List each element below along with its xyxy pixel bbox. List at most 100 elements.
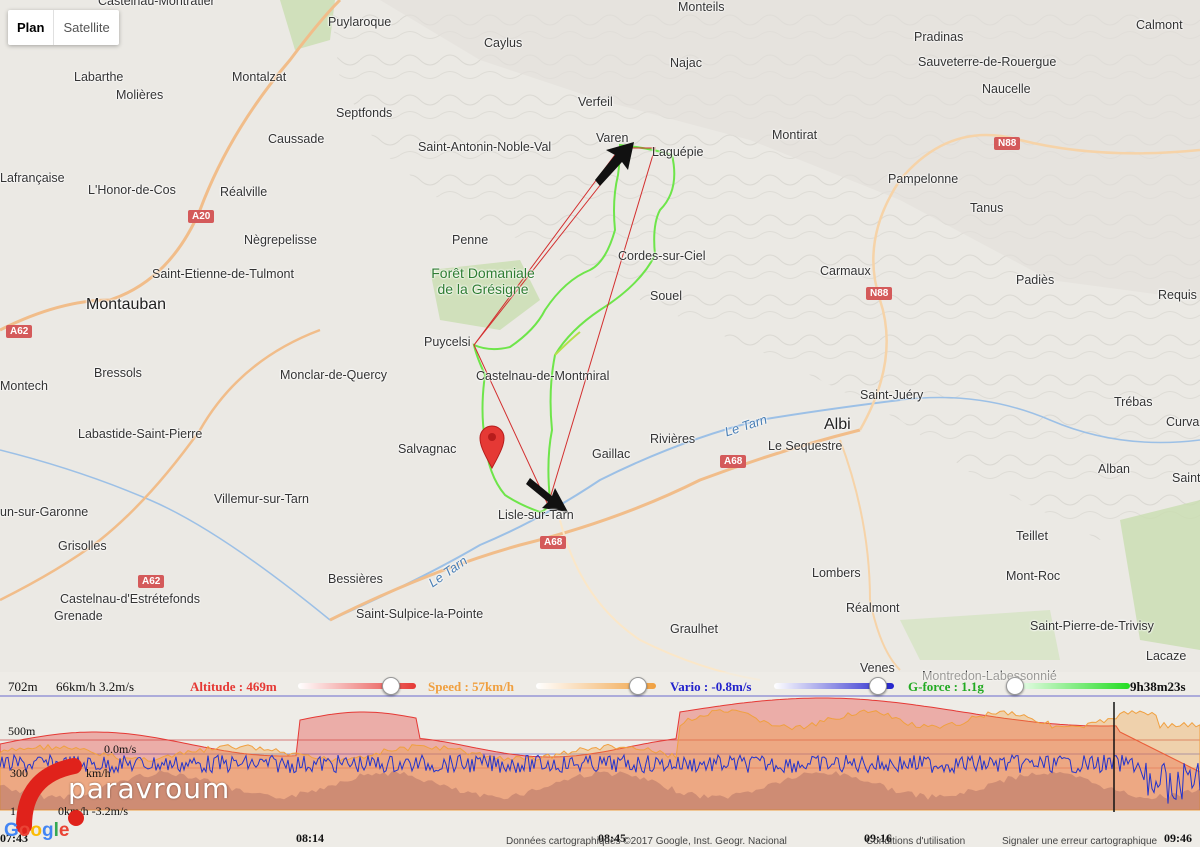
place-label: Caylus: [484, 36, 523, 50]
place-label: Bessières: [328, 572, 383, 586]
place-label: Pradinas: [914, 30, 964, 44]
google-logo: Google: [4, 820, 70, 841]
place-label: Saint-Pierre-de-Trivisy: [1030, 619, 1154, 633]
vario-slider-knob[interactable]: [869, 677, 888, 695]
map-type-satellite-button[interactable]: Satellite: [54, 10, 118, 45]
place-label: Souel: [650, 289, 682, 303]
place-label: Réalmont: [846, 601, 900, 615]
gforce-slider-knob[interactable]: [1006, 677, 1024, 695]
map-type-plan-button[interactable]: Plan: [8, 10, 55, 45]
map-type-control: Plan Satellite: [8, 10, 119, 45]
place-label: Labastide-Saint-Pierre: [78, 427, 203, 441]
place-label: Najac: [670, 56, 702, 70]
road-shield: A62: [138, 575, 165, 588]
place-label: Castelnau-Montratier: [98, 0, 215, 8]
place-label: Graulhet: [670, 622, 718, 636]
place-label: Trébas: [1114, 395, 1153, 409]
gforce-readout: G-force : 1.1g: [908, 679, 984, 694]
duration-readout: 9h38m23s: [1130, 679, 1186, 694]
place-label: Le Sequestre: [768, 439, 843, 453]
place-label: Varen: [596, 131, 629, 145]
place-label: Calmont: [1136, 18, 1183, 32]
altitude-slider[interactable]: [298, 677, 420, 695]
road-shield: A68: [720, 455, 747, 468]
road-shield: A20: [188, 210, 215, 223]
place-label: Montirat: [772, 128, 818, 142]
speed-readout: Speed : 57km/h: [428, 679, 514, 694]
axis-label-vario-0: 0.0m/s: [104, 742, 137, 756]
vario-readout: Vario : -0.8m/s: [670, 679, 752, 694]
place-label: Saint-Sulpice-la-Pointe: [356, 607, 484, 621]
place-label: Requis: [1158, 288, 1197, 302]
place-label: Castelnau-d'Estrétefonds: [60, 592, 200, 606]
place-label: Grenade: [54, 609, 103, 623]
place-label: un-sur-Garonne: [0, 505, 89, 519]
place-label: Salvagnac: [398, 442, 457, 456]
place-label: Castelnau-de-Montmiral: [476, 369, 610, 383]
place-label: Labarthe: [74, 70, 124, 84]
place-label: Gaillac: [592, 447, 631, 461]
place-label: Puycelsi: [424, 335, 471, 349]
place-label: Montalzat: [232, 70, 287, 84]
paravroum-logo-text: paravroum: [68, 772, 231, 805]
speed-slider[interactable]: [536, 677, 660, 695]
place-label: Saint: [1172, 471, 1200, 485]
max-altitude-label: 702m: [8, 679, 38, 694]
time-label: 08:14: [296, 831, 324, 845]
place-label: Alban: [1098, 462, 1130, 476]
place-label: Lafrançaise: [0, 171, 65, 185]
place-label: Saint-Juéry: [860, 388, 924, 402]
city-label: Montauban: [86, 296, 167, 313]
road-shield: N88: [994, 137, 1021, 150]
place-label: Lisle-sur-Tarn: [498, 508, 574, 522]
place-label: L'Honor-de-Cos: [88, 183, 176, 197]
gauge-bar: 702m 66km/h 3.2m/s Altitude : 469m Speed…: [0, 672, 1200, 702]
axis-label-alt-500: 500m: [8, 724, 36, 738]
place-label: Mont-Roc: [1006, 569, 1061, 583]
place-label: Cordes-sur-Ciel: [618, 249, 706, 263]
place-label: Grisolles: [58, 539, 107, 553]
place-label: Saint-Antonin-Noble-Val: [418, 140, 552, 154]
place-label: Puylaroque: [328, 15, 392, 29]
place-label: Villemur-sur-Tarn: [214, 492, 309, 506]
place-label: Saint-Etienne-de-Tulmont: [152, 267, 294, 281]
place-label: Lombers: [812, 566, 861, 580]
place-label: Padiès: [1016, 273, 1055, 287]
place-label: Verfeil: [578, 95, 613, 109]
road-shield: N88: [866, 287, 893, 300]
place-label: Nègrepelisse: [244, 233, 317, 247]
place-label: Tanus: [970, 201, 1004, 215]
report-error-link[interactable]: Signaler une erreur cartographique: [1002, 836, 1157, 847]
altitude-readout: Altitude : 469m: [190, 679, 277, 694]
road-shield: A62: [6, 325, 33, 338]
place-label: Curva: [1166, 415, 1200, 429]
speed-slider-knob[interactable]: [628, 677, 647, 695]
terms-link[interactable]: Conditions d'utilisation: [866, 836, 965, 847]
place-label: Monclar-de-Quercy: [280, 368, 387, 382]
place-label: Teillet: [1016, 529, 1048, 543]
place-label: Montech: [0, 379, 48, 393]
city-label: Albi: [824, 416, 851, 433]
place-label: Pampelonne: [888, 172, 959, 186]
forest-label: Forêt Domaniale de la Grésigne: [431, 265, 535, 297]
place-label: Rivières: [650, 432, 696, 446]
place-label: Carmaux: [820, 264, 871, 278]
gforce-slider[interactable]: [1006, 677, 1130, 695]
altitude-slider-knob[interactable]: [382, 677, 401, 695]
place-label: Réalville: [220, 185, 268, 199]
place-label: Laguépie: [652, 145, 704, 159]
place-label: Naucelle: [982, 82, 1031, 96]
place-label: Bressols: [94, 366, 142, 380]
place-label: Caussade: [268, 132, 325, 146]
place-label: Molières: [116, 88, 164, 102]
place-label: Lacaze: [1146, 649, 1187, 663]
max-speed-vario-label: 66km/h 3.2m/s: [56, 679, 135, 694]
time-label: 09:46: [1164, 831, 1192, 845]
place-label: Septfonds: [336, 106, 393, 120]
place-label: Sauveterre-de-Rouergue: [918, 55, 1057, 69]
place-label: Monteils: [678, 0, 725, 14]
map-data-attribution: Données cartographiques ©2017 Google, In…: [506, 836, 787, 847]
place-label: Penne: [452, 233, 489, 247]
vario-slider[interactable]: [774, 677, 898, 695]
road-shield: A68: [540, 536, 567, 549]
